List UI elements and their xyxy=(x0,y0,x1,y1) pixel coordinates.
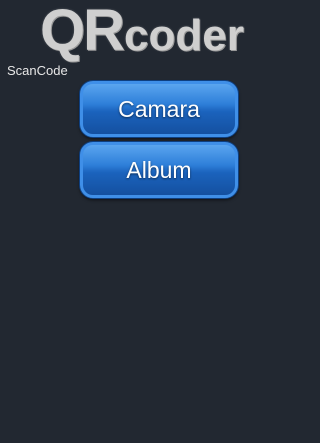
album-button[interactable]: Album xyxy=(80,142,238,198)
app-logo: QRcoder xyxy=(0,0,320,62)
camera-button[interactable]: Camara xyxy=(80,81,238,137)
screen-title: ScanCode xyxy=(7,63,68,78)
logo-qr: QR xyxy=(40,0,125,63)
logo-text: QRcoder xyxy=(40,2,244,60)
logo-coder: coder xyxy=(124,11,244,60)
